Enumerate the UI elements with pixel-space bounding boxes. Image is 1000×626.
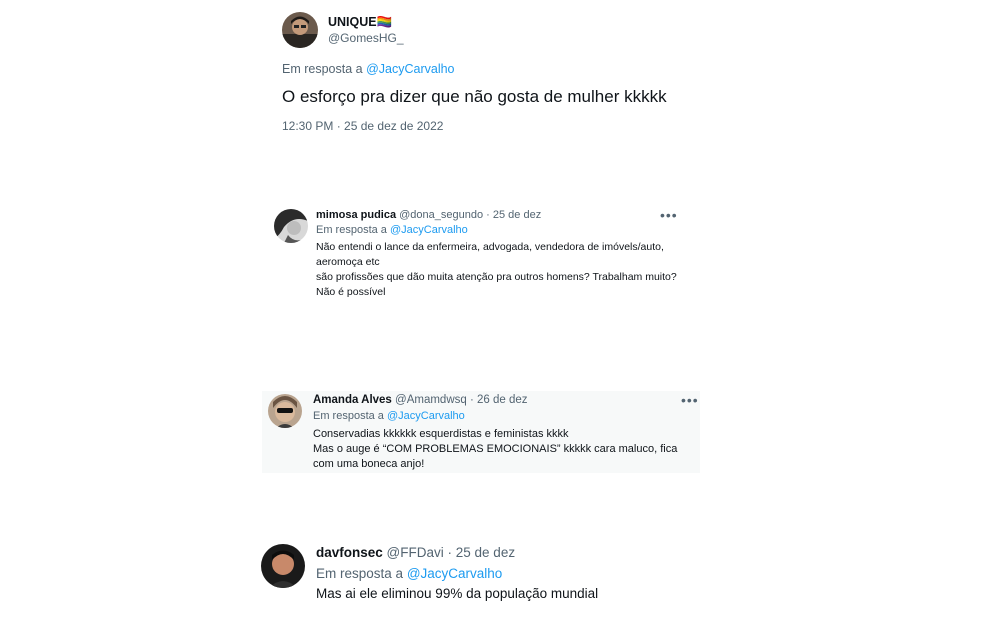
- tweet-text-line: Conservadias kkkkkk esquerdistas e femin…: [313, 428, 569, 440]
- reply-context: Em resposta a @JacyCarvalho: [316, 566, 502, 581]
- user-handle[interactable]: @GomesHG_: [328, 31, 404, 45]
- tweet-text-line: são profissões que dão muita atenção pra…: [316, 271, 677, 298]
- reply-prefix: Em resposta a: [316, 566, 404, 581]
- user-handle[interactable]: @dona_segundo: [399, 209, 483, 221]
- avatar[interactable]: [261, 544, 305, 588]
- more-options-icon[interactable]: •••: [681, 392, 699, 408]
- user-handle[interactable]: @FFDavi: [387, 545, 444, 560]
- reply-to-link[interactable]: @JacyCarvalho: [366, 62, 454, 76]
- more-options-icon[interactable]: •••: [660, 207, 678, 223]
- user-avatar-photo-icon: [274, 209, 308, 243]
- tweet-text: Conservadias kkkkkk esquerdistas e femin…: [313, 427, 693, 472]
- reply-to-link[interactable]: @JacyCarvalho: [407, 566, 503, 581]
- avatar[interactable]: [282, 12, 318, 48]
- reply-prefix: Em resposta a: [313, 410, 384, 422]
- tweet-text: O esforço pra dizer que não gosta de mul…: [282, 87, 667, 106]
- user-avatar-photo-icon: [282, 12, 318, 48]
- user-avatar-photo-icon: [261, 544, 305, 588]
- tweet-text: Mas ai ele eliminou 99% da população mun…: [316, 586, 599, 601]
- tweet-text-line: Não entendi o lance da enfermeira, advog…: [316, 241, 664, 268]
- tweet-header: Amanda Alves @Amamdwsq · 26 de dez: [313, 394, 528, 406]
- avatar[interactable]: [274, 209, 308, 243]
- display-name[interactable]: mimosa pudica: [316, 209, 396, 221]
- display-name[interactable]: davfonsec: [316, 545, 383, 560]
- tweet-text-line: Mas o auge é “COM PROBLEMAS EMOCIONAIS” …: [313, 443, 678, 470]
- tweet-date[interactable]: · 25 de dez: [486, 209, 541, 221]
- user-avatar-photo-icon: [268, 394, 302, 428]
- user-handle[interactable]: @Amamdwsq: [395, 394, 467, 406]
- tweet-date[interactable]: · 26 de dez: [470, 394, 528, 406]
- reply-prefix: Em resposta a: [316, 224, 387, 236]
- reply-to-link[interactable]: @JacyCarvalho: [390, 224, 468, 236]
- tweet-header: mimosa pudica @dona_segundo · 25 de dez: [316, 209, 541, 221]
- reply-prefix: Em resposta a: [282, 62, 363, 76]
- reply-context: Em resposta a @JacyCarvalho: [313, 410, 465, 422]
- reply-context: Em resposta a @JacyCarvalho: [282, 62, 455, 76]
- reply-context: Em resposta a @JacyCarvalho: [316, 224, 468, 236]
- tweet-timestamp[interactable]: 12:30 PM · 25 de dez de 2022: [282, 119, 443, 133]
- avatar[interactable]: [268, 394, 302, 428]
- display-name[interactable]: UNIQUE🏳️‍🌈: [328, 15, 392, 30]
- tweet-date[interactable]: · 25 de dez: [448, 545, 516, 560]
- reply-to-link[interactable]: @JacyCarvalho: [387, 410, 465, 422]
- display-name[interactable]: Amanda Alves: [313, 394, 392, 406]
- tweet-text: Não entendi o lance da enfermeira, advog…: [316, 240, 681, 300]
- tweet-header: davfonsec @FFDavi · 25 de dez: [316, 545, 515, 560]
